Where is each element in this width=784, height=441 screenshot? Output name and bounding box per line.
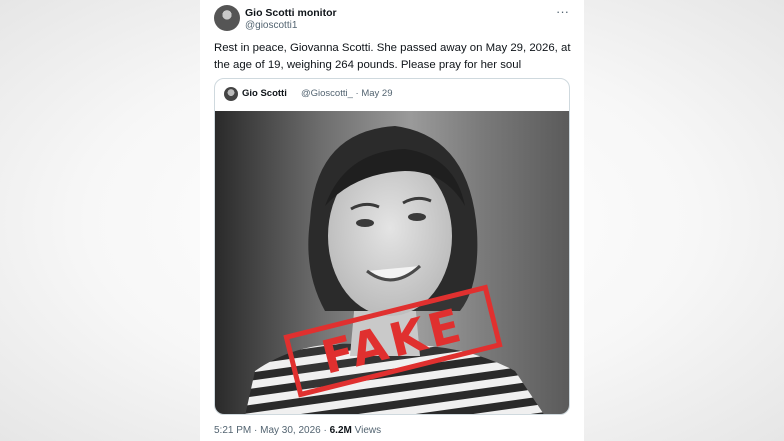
tweet-text: Rest in peace, Giovanna Scotti. She pass… xyxy=(214,42,571,71)
tweet-meta: 5:21 PM · May 30, 2026 · 6.2M Views xyxy=(214,425,381,436)
tweet-time-date[interactable]: 5:21 PM · May 30, 2026 · xyxy=(214,425,330,436)
quoted-tweet-photo[interactable]: FAKE xyxy=(215,111,569,414)
more-options-icon[interactable]: ··· xyxy=(556,5,569,19)
views-count: 6.2M xyxy=(329,425,352,436)
tweet-card[interactable]: Gio Scotti monitor @gioscotti1 ··· Rest … xyxy=(200,0,584,441)
views-label: Views xyxy=(351,425,382,436)
author-handle[interactable]: @gioscotti1 xyxy=(245,20,297,31)
author-display-name[interactable]: Gio Scotti monitor xyxy=(245,7,337,19)
author-avatar[interactable] xyxy=(214,5,240,31)
quoted-author-handle-date: @Gioscotti_ · May 29 xyxy=(301,88,393,99)
quoted-author-name: Gio Scotti xyxy=(242,88,287,99)
quoted-tweet[interactable]: Gio Scotti @Gioscotti_ · May 29 FAKE xyxy=(214,78,570,415)
quoted-author-avatar xyxy=(224,87,238,101)
